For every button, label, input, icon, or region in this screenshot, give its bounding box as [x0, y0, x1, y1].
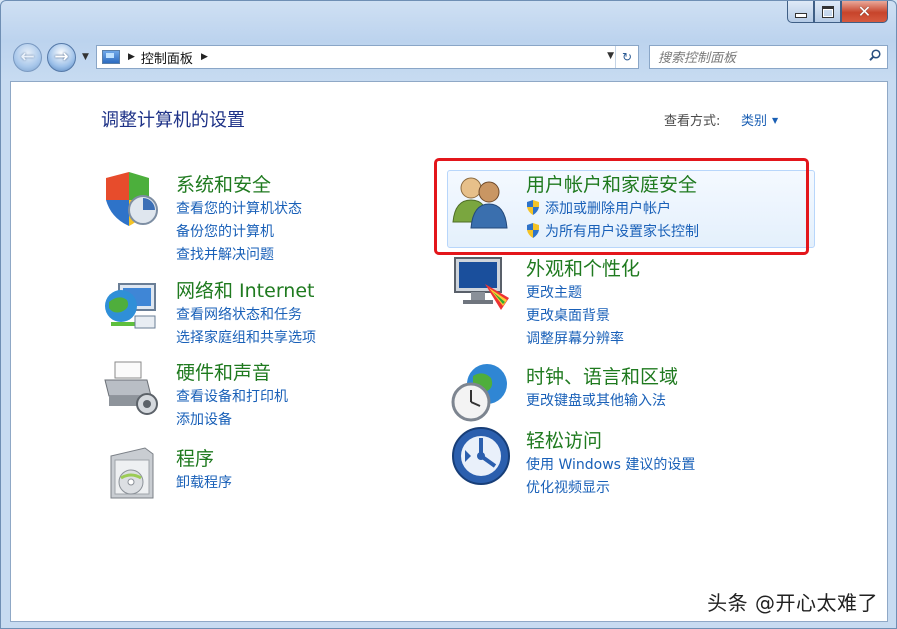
forward-arrow-icon: →	[54, 47, 69, 67]
maximize-button[interactable]	[814, 1, 841, 23]
close-icon: ✕	[857, 1, 872, 21]
minimize-icon	[794, 12, 807, 18]
page-title: 调整计算机的设置	[101, 110, 245, 131]
view-by-value: 类别	[741, 114, 768, 129]
view-by-label: 查看方式:	[664, 114, 721, 129]
watermark: 头条 @开心太难了	[707, 591, 878, 615]
category-title[interactable]: 硬件和声音	[176, 358, 271, 385]
minimize-button[interactable]	[787, 1, 814, 23]
breadcrumb-control-panel[interactable]: 控制面板	[141, 48, 193, 67]
link-uninstall-program[interactable]: 卸载程序	[176, 472, 232, 495]
category-links: 卸载程序	[176, 472, 232, 495]
maximize-icon	[821, 5, 834, 18]
category-title[interactable]: 程序	[176, 444, 214, 471]
category-links: 查看网络状态和任务 选择家庭组和共享选项	[176, 304, 316, 350]
link-optimize-display[interactable]: 优化视频显示	[526, 477, 695, 500]
printer-icon	[104, 361, 158, 415]
dropdown-caret-icon: ▼	[772, 116, 779, 125]
link-change-background[interactable]: 更改桌面背景	[526, 305, 624, 328]
category-title[interactable]: 轻松访问	[526, 426, 602, 453]
category-links: 更改键盘或其他输入法	[526, 390, 666, 413]
view-by-dropdown[interactable]: 类别 ▼	[741, 110, 778, 129]
link-screen-resolution[interactable]: 调整屏幕分辨率	[526, 328, 624, 351]
category-links: 更改主题 更改桌面背景 调整屏幕分辨率	[526, 282, 624, 351]
back-button[interactable]: ←	[13, 43, 42, 72]
recent-pages-dropdown-icon[interactable]: ▼	[82, 52, 89, 62]
address-dropdown-icon[interactable]: ▼	[607, 51, 614, 61]
search-box	[649, 45, 888, 69]
monitor-palette-icon	[454, 257, 509, 310]
close-button[interactable]: ✕	[841, 1, 888, 23]
search-input[interactable]	[656, 47, 865, 69]
link-view-computer-status[interactable]: 查看您的计算机状态	[176, 198, 302, 221]
caption-buttons: ✕	[787, 1, 888, 23]
forward-button[interactable]: →	[47, 43, 76, 72]
search-icon[interactable]	[869, 49, 881, 61]
red-highlight-annotation	[434, 158, 809, 255]
refresh-icon: ↻	[621, 50, 633, 64]
control-panel-icon	[102, 50, 120, 64]
breadcrumb-chevron-icon[interactable]: ▶	[201, 52, 208, 62]
shield-security-icon	[106, 172, 158, 226]
link-change-keyboard-input[interactable]: 更改键盘或其他输入法	[526, 390, 666, 413]
category-links: 使用 Windows 建议的设置 优化视频显示	[526, 454, 695, 500]
clock-globe-icon	[451, 364, 507, 422]
category-title[interactable]: 系统和安全	[176, 170, 271, 197]
programs-disc-icon	[110, 447, 154, 499]
link-troubleshoot[interactable]: 查找并解决问题	[176, 244, 302, 267]
link-view-network-status[interactable]: 查看网络状态和任务	[176, 304, 316, 327]
link-change-theme[interactable]: 更改主题	[526, 282, 624, 305]
link-add-device[interactable]: 添加设备	[176, 409, 288, 432]
link-devices-printers[interactable]: 查看设备和打印机	[176, 386, 288, 409]
network-globe-icon	[105, 283, 156, 329]
category-links: 查看您的计算机状态 备份您的计算机 查找并解决问题	[176, 198, 302, 267]
address-bar[interactable]: ▶ 控制面板 ▶ ▼ ↻	[96, 45, 639, 69]
category-title[interactable]: 时钟、语言和区域	[526, 362, 678, 389]
refresh-button[interactable]: ↻	[615, 46, 638, 68]
category-title[interactable]: 外观和个性化	[526, 254, 640, 281]
category-links: 查看设备和打印机 添加设备	[176, 386, 288, 432]
breadcrumb-chevron-icon[interactable]: ▶	[128, 52, 135, 62]
link-recommended-settings[interactable]: 使用 Windows 建议的设置	[526, 454, 695, 477]
navigation-bar: ← → ▼ ▶ 控制面板 ▶ ▼ ↻	[11, 43, 888, 73]
link-backup-computer[interactable]: 备份您的计算机	[176, 221, 302, 244]
back-arrow-icon: ←	[20, 47, 35, 67]
control-panel-window: ✕ ← → ▼ ▶ 控制面板 ▶ ▼ ↻ 调整计算机的设置 查看方式: 类别 ▼	[0, 0, 897, 629]
category-title[interactable]: 网络和 Internet	[176, 276, 314, 303]
ease-of-access-icon	[452, 427, 510, 485]
link-homegroup-sharing[interactable]: 选择家庭组和共享选项	[176, 327, 316, 350]
